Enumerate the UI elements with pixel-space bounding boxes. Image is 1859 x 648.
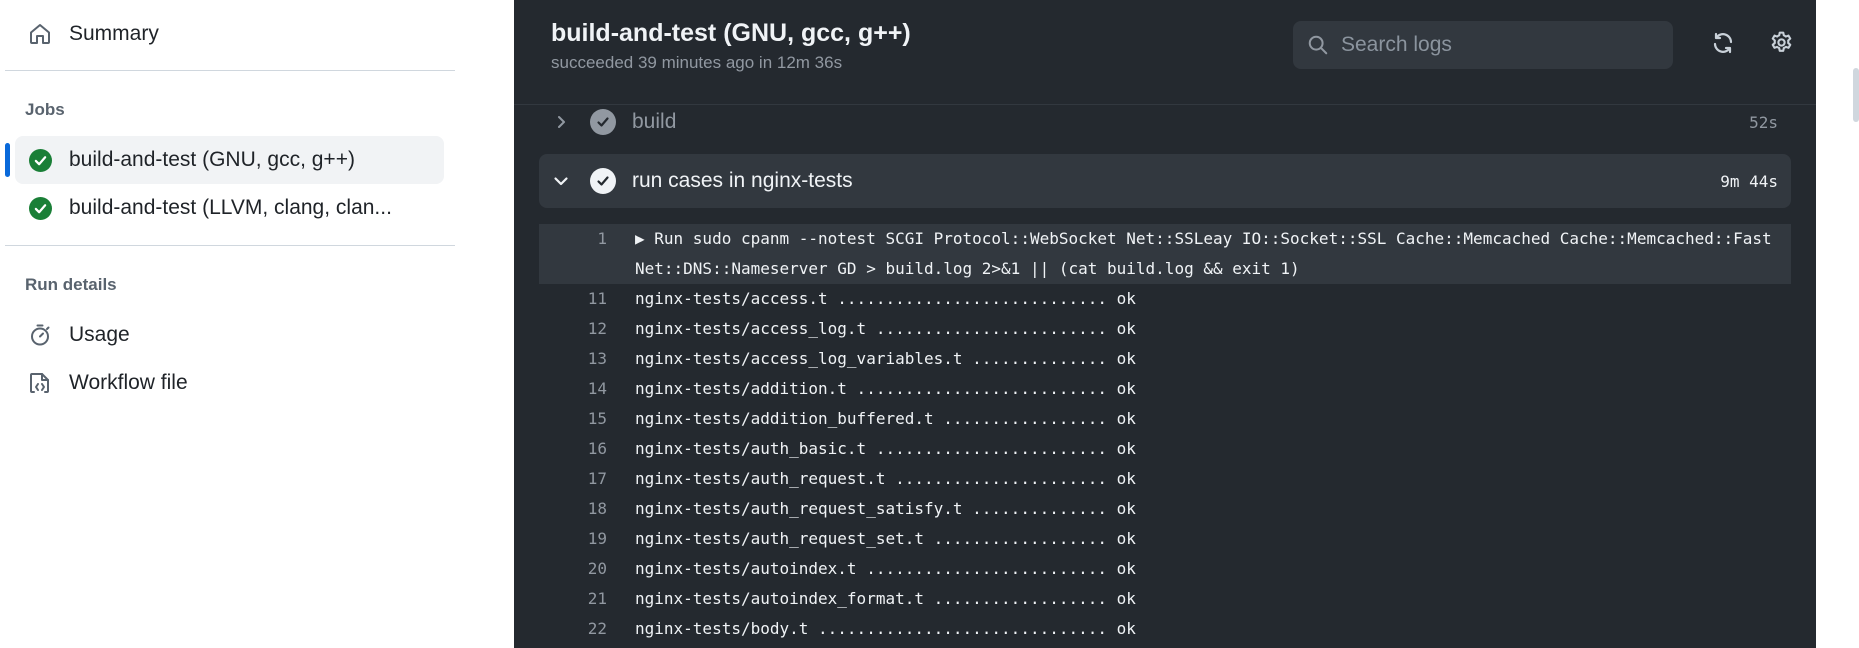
log-line-text: nginx-tests/auth_request_satisfy.t .....… <box>635 499 1136 518</box>
refresh-button[interactable] <box>1705 27 1741 63</box>
sidebar-item-workflow-file[interactable]: Workflow file <box>15 359 444 407</box>
sync-icon <box>1711 31 1735 60</box>
line-number[interactable]: 17 <box>539 464 607 494</box>
log-line-text: ▶ Run sudo cpanm --notest SCGI Protocol:… <box>635 229 1772 248</box>
file-code-icon <box>26 369 54 397</box>
sidebar-item-summary[interactable]: Summary <box>15 10 444 58</box>
step-name: run cases in nginx-tests <box>632 169 853 192</box>
step-run-cases[interactable]: run cases in nginx-tests 9m 44s <box>539 154 1791 208</box>
search-logs-input[interactable] <box>1341 33 1661 57</box>
line-number[interactable]: 12 <box>539 314 607 344</box>
home-icon <box>26 20 54 48</box>
settings-button[interactable] <box>1763 27 1799 63</box>
log-panel: build-and-test (GNU, gcc, g++) succeeded… <box>514 0 1816 648</box>
line-number[interactable]: 22 <box>539 614 607 644</box>
log-line: 20 nginx-tests/autoindex.t ..............… <box>539 554 1791 584</box>
page-scrollbar-thumb[interactable] <box>1853 68 1859 122</box>
check-circle-icon <box>590 168 616 194</box>
log-line-text: nginx-tests/access_log_variables.t .....… <box>635 349 1136 368</box>
log-line-text: nginx-tests/addition_buffered.t ........… <box>635 409 1136 428</box>
stopwatch-icon <box>26 321 54 349</box>
log-lines: 11 nginx-tests/access.t .................… <box>539 284 1791 644</box>
line-number[interactable]: 11 <box>539 284 607 314</box>
log-line: 17 nginx-tests/auth_request.t ...........… <box>539 464 1791 494</box>
search-icon <box>1307 34 1329 56</box>
step-duration: 52s <box>1749 112 1778 132</box>
line-number[interactable]: 13 <box>539 344 607 374</box>
check-circle-icon <box>26 194 54 222</box>
active-indicator <box>5 143 10 177</box>
log-line-text: nginx-tests/addition.t .................… <box>635 379 1136 398</box>
log-line: 14 nginx-tests/addition.t ...............… <box>539 374 1791 404</box>
log-line: 13 nginx-tests/access_log_variables.t ...… <box>539 344 1791 374</box>
sidebar: Summary Jobs build-and-test (GNU, gcc, g… <box>0 0 514 648</box>
line-number[interactable]: 19 <box>539 524 607 554</box>
log-line-text: Net::DNS::Nameserver GD > build.log 2>&1… <box>635 259 1300 278</box>
line-number[interactable]: 1 <box>539 224 607 254</box>
step-name: build <box>632 110 677 133</box>
step-build[interactable]: build 52s <box>539 106 1791 138</box>
sidebar-item-label: Usage <box>69 323 130 346</box>
gear-icon <box>1769 30 1794 60</box>
log-line: 21 nginx-tests/autoindex_format.t .......… <box>539 584 1791 614</box>
sidebar-item-usage[interactable]: Usage <box>15 311 444 359</box>
line-number[interactable]: 14 <box>539 374 607 404</box>
log-line: 22 nginx-tests/body.t ...................… <box>539 614 1791 644</box>
log-line-text: nginx-tests/access.t ...................… <box>635 289 1136 308</box>
step-duration: 9m 44s <box>1720 171 1778 191</box>
chevron-down-icon <box>549 173 573 189</box>
line-number[interactable]: 15 <box>539 404 607 434</box>
log-line-text: nginx-tests/autoindex.t ................… <box>635 559 1136 578</box>
log-line-text: nginx-tests/auth_request.t .............… <box>635 469 1136 488</box>
log-line-text: nginx-tests/auth_request_set.t .........… <box>635 529 1136 548</box>
log-line: 16 nginx-tests/auth_basic.t .............… <box>539 434 1791 464</box>
line-number[interactable]: 16 <box>539 434 607 464</box>
log-line: 15 nginx-tests/addition_buffered.t ......… <box>539 404 1791 434</box>
check-circle-icon <box>26 146 54 174</box>
log-line-text: nginx-tests/auth_basic.t ...............… <box>635 439 1136 458</box>
line-number[interactable]: 21 <box>539 584 607 614</box>
sidebar-item-label: Workflow file <box>69 371 188 394</box>
sidebar-item-label: build-and-test (LLVM, clang, clan... <box>69 196 392 219</box>
sidebar-item-label: build-and-test (GNU, gcc, g++) <box>69 148 355 171</box>
log-line: 11 nginx-tests/access.t .................… <box>539 284 1791 314</box>
log-line-group-header[interactable]: 1 ▶ Run sudo cpanm --notest SCGI Protoco… <box>539 224 1791 284</box>
chevron-right-icon <box>549 115 573 129</box>
job-title: build-and-test (GNU, gcc, g++) <box>551 19 911 47</box>
run-details-heading: Run details <box>25 275 117 294</box>
jobs-heading: Jobs <box>25 100 65 119</box>
job-status-text: succeeded 39 minutes ago in 12m 36s <box>551 53 843 72</box>
log-line: 19 nginx-tests/auth_request_set.t .......… <box>539 524 1791 554</box>
check-circle-icon <box>590 109 616 135</box>
log-line: 12 nginx-tests/access_log.t .............… <box>539 314 1791 344</box>
divider <box>5 70 455 71</box>
search-logs-box[interactable] <box>1293 21 1673 69</box>
divider <box>5 245 455 246</box>
sidebar-item-job-llvm[interactable]: build-and-test (LLVM, clang, clan... <box>15 184 444 232</box>
log-line-text: nginx-tests/body.t .....................… <box>635 619 1136 638</box>
log-line-text: nginx-tests/autoindex_format.t .........… <box>635 589 1136 608</box>
sidebar-item-label: Summary <box>69 22 159 45</box>
log-line-text: nginx-tests/access_log.t ...............… <box>635 319 1136 338</box>
header-divider <box>514 104 1816 105</box>
line-number[interactable]: 18 <box>539 494 607 524</box>
log-line: 18 nginx-tests/auth_request_satisfy.t ...… <box>539 494 1791 524</box>
line-number[interactable]: 20 <box>539 554 607 584</box>
sidebar-item-job-gnu[interactable]: build-and-test (GNU, gcc, g++) <box>15 136 444 184</box>
